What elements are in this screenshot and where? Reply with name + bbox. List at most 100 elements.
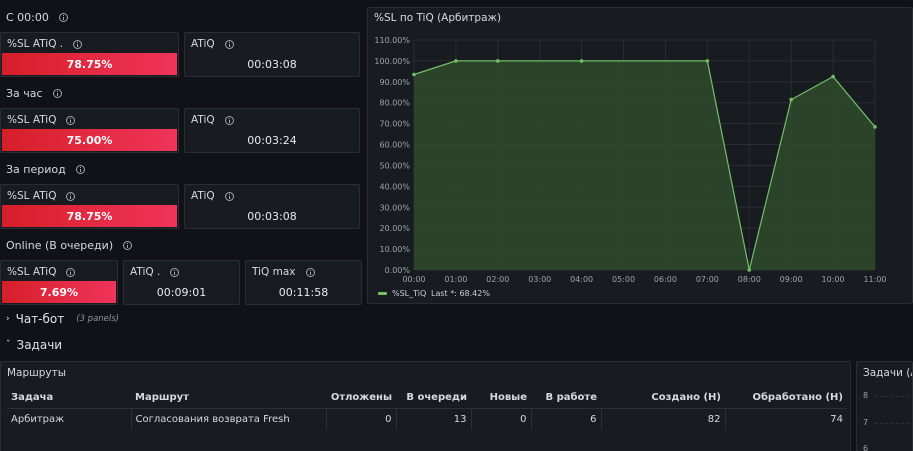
routes-panel[interactable]: Маршруты Задача Маршрут Отложены В очере… bbox=[0, 361, 851, 451]
column-header[interactable]: Новые bbox=[471, 388, 531, 409]
y-tick-label: 70.00% bbox=[379, 120, 410, 129]
info-icon[interactable] bbox=[75, 165, 85, 174]
table-cell: 74 bbox=[830, 413, 843, 425]
section-per-hour-label: За час bbox=[6, 87, 43, 100]
stat-title: TiQ max bbox=[252, 266, 296, 278]
section-since-midnight: С 00:00 bbox=[6, 11, 68, 24]
routes-title: Маршруты bbox=[7, 367, 67, 379]
axis-tick: 6 bbox=[863, 444, 869, 451]
x-tick-label: 01:00 bbox=[444, 275, 467, 284]
x-tick-label: 11:00 bbox=[863, 275, 886, 284]
column-header[interactable]: Задача bbox=[7, 388, 131, 409]
legend-last-value: Last *: 68.42% bbox=[431, 289, 490, 298]
section-online-label: Online (В очереди) bbox=[6, 239, 114, 252]
section-per-period-label: За период bbox=[6, 163, 66, 176]
data-point bbox=[831, 74, 835, 79]
table-header-row: Задача Маршрут Отложены В очереди Новые … bbox=[7, 388, 847, 409]
chevron-down-icon: ˇ bbox=[6, 340, 11, 350]
row-chatbot[interactable]: › Чат-бот (3 panels) bbox=[6, 312, 119, 326]
info-icon[interactable] bbox=[224, 39, 234, 49]
stat-value: 00:03:08 bbox=[247, 58, 297, 71]
data-point bbox=[873, 125, 877, 129]
section-per-period: За период bbox=[6, 163, 85, 176]
section-per-hour: За час bbox=[6, 87, 62, 100]
column-header[interactable]: Обработано (Н) bbox=[725, 388, 847, 409]
row-chatbot-label: Чат-бот bbox=[15, 312, 65, 326]
stat-value: 7.69% bbox=[2, 281, 116, 303]
info-icon[interactable] bbox=[224, 191, 234, 201]
info-icon[interactable] bbox=[224, 115, 234, 125]
table-cell: Согласования возврата Fresh bbox=[131, 408, 327, 430]
stat-panel-sl-2[interactable]: %SL ATiQ 75.00% bbox=[0, 108, 179, 153]
routes-table: Задача Маршрут Отложены В очереди Новые … bbox=[7, 388, 847, 430]
info-icon[interactable] bbox=[305, 267, 315, 277]
stat-panel-sl-1[interactable]: %SL ATiQ . 78.75% bbox=[0, 32, 179, 77]
stat-value: 00:03:08 bbox=[247, 210, 297, 223]
stat-panel-tiq-max[interactable]: TiQ max 00:11:58 bbox=[245, 260, 362, 305]
column-header[interactable]: В работе bbox=[531, 388, 601, 409]
stat-panel-sl-4[interactable]: %SL ATiQ 7.69% bbox=[0, 260, 118, 305]
data-point bbox=[747, 268, 752, 272]
y-tick-label: 110.00% bbox=[374, 36, 410, 45]
stat-title: ATiQ . bbox=[130, 266, 161, 278]
stat-panel-atiq-1[interactable]: ATiQ 00:03:08 bbox=[184, 32, 360, 77]
stat-value: 78.75% bbox=[2, 205, 177, 227]
data-point bbox=[579, 59, 584, 63]
legend-swatch bbox=[378, 292, 387, 295]
data-point bbox=[496, 59, 500, 63]
table-cell: 0 bbox=[471, 408, 532, 430]
stat-panel-atiq-4[interactable]: ATiQ . 00:09:01 bbox=[123, 260, 240, 305]
table-cell: 6 bbox=[531, 408, 602, 430]
info-icon[interactable] bbox=[52, 89, 62, 98]
table-cell: 82 bbox=[601, 408, 726, 430]
table-cell: 0 bbox=[326, 408, 397, 430]
column-header[interactable]: В очереди bbox=[396, 388, 471, 409]
y-tick-label: 50.00% bbox=[379, 161, 410, 170]
axis-tick: 7 bbox=[863, 418, 869, 427]
y-tick-label: 90.00% bbox=[379, 78, 410, 87]
stat-title: %SL ATiQ bbox=[7, 190, 57, 202]
y-tick-label: 20.00% bbox=[379, 224, 410, 233]
tasks-arbitrage-panel[interactable]: Задачи (Ар 8 7 6 bbox=[856, 361, 913, 451]
y-tick-label: 30.00% bbox=[379, 203, 410, 212]
stat-panel-atiq-3[interactable]: ATiQ 00:03:08 bbox=[184, 184, 360, 229]
info-icon[interactable] bbox=[58, 13, 68, 22]
data-point bbox=[412, 72, 416, 77]
series-area bbox=[414, 60, 875, 271]
section-since-midnight-label: С 00:00 bbox=[6, 11, 49, 24]
table-row[interactable]: Арбитраж Согласования возврата Fresh 0 1… bbox=[7, 408, 847, 430]
axis-tick: 8 bbox=[863, 391, 869, 400]
stat-value: 00:09:01 bbox=[156, 286, 207, 299]
column-header[interactable]: Маршрут bbox=[131, 388, 326, 409]
stat-title: %SL ATiQ bbox=[7, 114, 57, 126]
info-icon[interactable] bbox=[123, 241, 133, 250]
x-tick-label: 08:00 bbox=[738, 275, 761, 284]
chevron-right-icon: › bbox=[6, 314, 10, 324]
info-icon[interactable] bbox=[66, 115, 76, 125]
stat-panel-atiq-2[interactable]: ATiQ 00:03:24 bbox=[184, 108, 360, 153]
x-tick-label: 06:00 bbox=[654, 275, 677, 284]
info-icon[interactable] bbox=[73, 39, 83, 49]
stat-title: ATiQ bbox=[191, 38, 215, 50]
stat-value: 78.75% bbox=[2, 53, 177, 75]
data-point bbox=[705, 59, 710, 63]
chart-panel[interactable]: %SL по TiQ (Арбитраж) 0.00% 10.00% 20.00% 3… bbox=[367, 7, 913, 304]
column-header[interactable]: Отложены bbox=[326, 388, 396, 409]
sl-chart: 0.00% 10.00% 20.00% 30.00% 40.00% 50.00% 60.00… bbox=[374, 36, 886, 298]
table-cell: 13 bbox=[396, 408, 472, 430]
data-point bbox=[454, 59, 458, 63]
column-header[interactable]: Создано (Н) bbox=[601, 388, 725, 409]
row-tasks[interactable]: ˇ Задачи bbox=[6, 338, 62, 352]
info-icon[interactable] bbox=[66, 267, 76, 277]
stat-title: ATiQ bbox=[191, 114, 215, 126]
info-icon[interactable] bbox=[66, 191, 76, 201]
y-tick-label: 100.00% bbox=[374, 57, 410, 66]
stat-panel-sl-3[interactable]: %SL ATiQ 78.75% bbox=[0, 184, 179, 229]
stat-value: 00:11:58 bbox=[278, 286, 329, 299]
table-cell: Арбитраж bbox=[7, 408, 132, 430]
legend-label: %SL_TiQ bbox=[392, 289, 426, 298]
section-online: Online (В очереди) bbox=[6, 239, 133, 252]
x-tick-label: 00:00 bbox=[402, 275, 425, 284]
x-tick-label: 02:00 bbox=[486, 275, 509, 284]
info-icon[interactable] bbox=[170, 267, 180, 277]
